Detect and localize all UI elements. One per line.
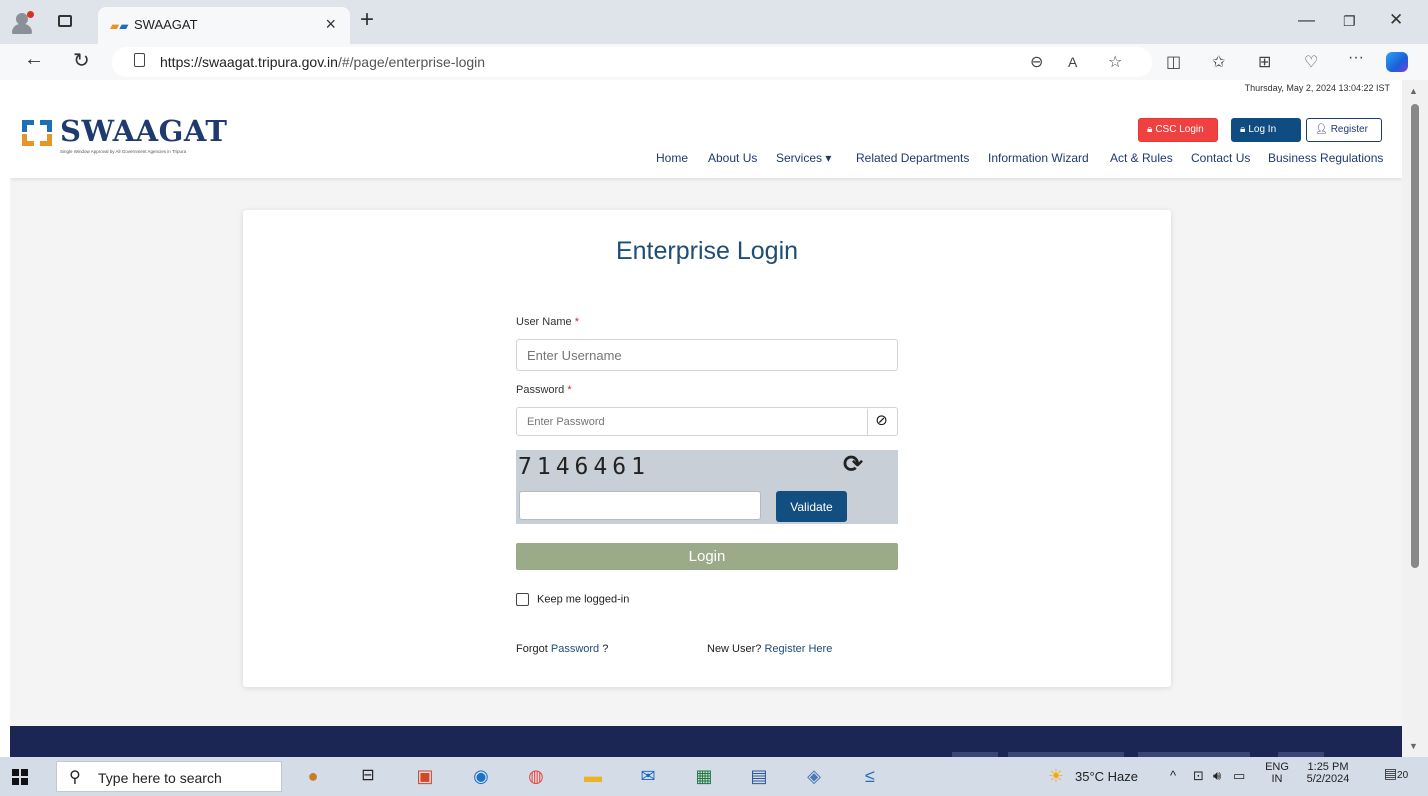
toggle-password-visibility-icon[interactable]: ⊘ xyxy=(867,409,895,435)
scroll-up-icon[interactable]: ▲ xyxy=(1409,86,1418,96)
site-footer xyxy=(10,726,1402,757)
nav-act-rules[interactable]: Act & Rules xyxy=(1110,151,1173,165)
register-here-link[interactable]: Register Here xyxy=(764,643,832,655)
app-icon[interactable]: ≤ xyxy=(858,764,882,788)
more-icon[interactable]: ··· xyxy=(1348,49,1364,67)
nav-contact-us[interactable]: Contact Us xyxy=(1191,151,1250,165)
address-bar[interactable]: https://swaagat.tripura.gov.in/#/page/en… xyxy=(112,47,1152,77)
username-label: User Name * xyxy=(516,316,579,328)
lock-icon: 🔒︎ xyxy=(1240,124,1246,135)
nav-business-regulations[interactable]: Business Regulations xyxy=(1268,151,1383,165)
lock-icon: 🔒︎ xyxy=(1147,124,1153,135)
login-submit-button[interactable]: Login xyxy=(516,543,898,570)
favorites-icon[interactable]: ✩ xyxy=(1212,52,1225,72)
new-tab-button[interactable]: + xyxy=(360,6,374,34)
page-scrollbar[interactable]: ▲ ▼ xyxy=(1402,80,1428,757)
lock-icon[interactable] xyxy=(134,53,145,67)
tab-actions-icon[interactable] xyxy=(58,15,72,27)
windows-taskbar: ⚲ Type here to search ● ⊟ ▣ ◉ ◍ ▬ ✉ ▦ ▤ … xyxy=(0,757,1428,796)
swaagat-logo[interactable]: SWAAGAT Single Window Approval by All Go… xyxy=(22,114,232,156)
forgot-password-row: Forgot Password ? xyxy=(516,643,609,655)
mail-icon[interactable]: ✉ xyxy=(636,764,660,788)
username-input[interactable] xyxy=(516,339,898,371)
refresh-icon[interactable]: ↻ xyxy=(73,48,90,73)
search-placeholder: Type here to search xyxy=(98,770,222,786)
browser-tab[interactable]: ▰▰ SWAAGAT × xyxy=(98,7,350,44)
register-button[interactable]: 👤︎ Register xyxy=(1306,118,1382,142)
language-indicator[interactable]: ENG IN xyxy=(1262,761,1292,785)
captcha-input[interactable] xyxy=(519,491,761,520)
windows-start-icon[interactable] xyxy=(12,769,28,785)
validate-button[interactable]: Validate xyxy=(776,491,847,522)
edge-icon[interactable]: ◉ xyxy=(469,764,493,788)
zoom-icon[interactable]: ⊖ xyxy=(1030,52,1043,72)
tab-close-icon[interactable]: × xyxy=(325,14,336,35)
captcha-refresh-icon[interactable]: ⟳ xyxy=(843,450,863,479)
checkbox-icon[interactable] xyxy=(516,593,529,606)
csc-login-button[interactable]: 🔒︎ CSC Login xyxy=(1138,118,1218,142)
favorite-icon[interactable]: ☆ xyxy=(1108,52,1122,72)
header-datetime: Thursday, May 2, 2024 13:04:22 IST xyxy=(1244,83,1390,93)
read-aloud-icon[interactable]: A xyxy=(1068,54,1077,70)
enterprise-login-card: Enterprise Login User Name * Password * … xyxy=(243,210,1171,687)
copilot-icon[interactable] xyxy=(1386,52,1408,72)
excel-icon[interactable]: ▦ xyxy=(692,764,716,788)
tab-title: SWAAGAT xyxy=(134,17,198,32)
browser-titlebar: ▰▰ SWAAGAT × + — ❐ ✕ xyxy=(0,0,1428,44)
search-icon: ⚲ xyxy=(69,769,81,786)
page-title: Enterprise Login xyxy=(615,237,799,265)
user-icon: 👤︎ xyxy=(1315,124,1328,135)
nav-about-us[interactable]: About Us xyxy=(708,151,757,165)
log-in-button[interactable]: 🔒︎ Log In xyxy=(1231,118,1301,142)
address-bar-row: ← ↻ https://swaagat.tripura.gov.in/#/pag… xyxy=(0,44,1428,80)
media-app-icon[interactable]: ◈ xyxy=(802,764,826,788)
nav-information-wizard[interactable]: Information Wizard xyxy=(988,151,1089,165)
close-window-icon[interactable]: ✕ xyxy=(1389,10,1403,30)
powerpoint-icon[interactable]: ▣ xyxy=(413,764,437,788)
captcha-panel: 7146461 ⟳ Validate xyxy=(516,450,898,524)
split-screen-icon[interactable]: ◫ xyxy=(1166,52,1181,72)
task-view-icon[interactable]: ⊟ xyxy=(356,764,380,788)
keep-logged-in-checkbox[interactable]: Keep me logged-in xyxy=(516,593,629,609)
weather-icon[interactable]: ☀ xyxy=(1044,764,1068,788)
password-input[interactable] xyxy=(516,407,898,436)
volume-icon[interactable]: 🔊︎ xyxy=(1213,768,1221,784)
url-text[interactable]: https://swaagat.tripura.gov.in/#/page/en… xyxy=(160,54,485,70)
show-hidden-icons[interactable]: ^ xyxy=(1170,768,1176,783)
taskbar-search-box[interactable]: ⚲ Type here to search xyxy=(56,761,282,792)
notifications-icon[interactable]: ▤20 xyxy=(1380,765,1412,782)
swaagat-favicon-icon: ▰▰ xyxy=(110,19,129,33)
password-label: Password * xyxy=(516,384,572,396)
minimize-icon[interactable]: — xyxy=(1298,10,1315,30)
nav-home[interactable]: Home xyxy=(656,151,688,165)
clock[interactable]: 1:25 PM 5/2/2024 xyxy=(1296,761,1360,785)
site-header: Thursday, May 2, 2024 13:04:22 IST SWAAG… xyxy=(10,80,1402,178)
back-icon[interactable]: ← xyxy=(24,48,44,71)
forgot-password-link[interactable]: Password xyxy=(551,643,599,655)
scroll-down-icon[interactable]: ▼ xyxy=(1409,741,1418,751)
word-icon[interactable]: ▤ xyxy=(747,764,771,788)
logo-mark-icon xyxy=(22,120,52,146)
browser-essentials-icon[interactable]: ♡ xyxy=(1304,52,1318,72)
logo-word: SWAAGAT xyxy=(60,114,228,148)
captcha-code: 7146461 xyxy=(518,454,650,480)
cup-app-icon[interactable]: ● xyxy=(301,764,325,788)
file-explorer-icon[interactable]: ▬ xyxy=(581,764,605,788)
logo-tagline: Single Window Approval by All Government… xyxy=(60,149,187,154)
restore-icon[interactable]: ❐ xyxy=(1343,13,1356,30)
page-viewport: Thursday, May 2, 2024 13:04:22 IST SWAAG… xyxy=(10,80,1402,757)
scrollbar-thumb[interactable] xyxy=(1411,104,1419,568)
new-user-row: New User? Register Here xyxy=(707,643,833,655)
collections-icon[interactable]: ⊞ xyxy=(1258,52,1271,72)
weather-text[interactable]: 35°C Haze xyxy=(1075,769,1138,784)
network-icon[interactable]: ▭ xyxy=(1233,768,1245,784)
meet-now-icon[interactable]: ⊡ xyxy=(1193,768,1204,784)
nav-services[interactable]: Services ▾ xyxy=(776,151,831,165)
profile-icon[interactable] xyxy=(10,10,36,34)
chrome-icon[interactable]: ◍ xyxy=(524,764,548,788)
nav-related-departments[interactable]: Related Departments xyxy=(856,151,969,165)
